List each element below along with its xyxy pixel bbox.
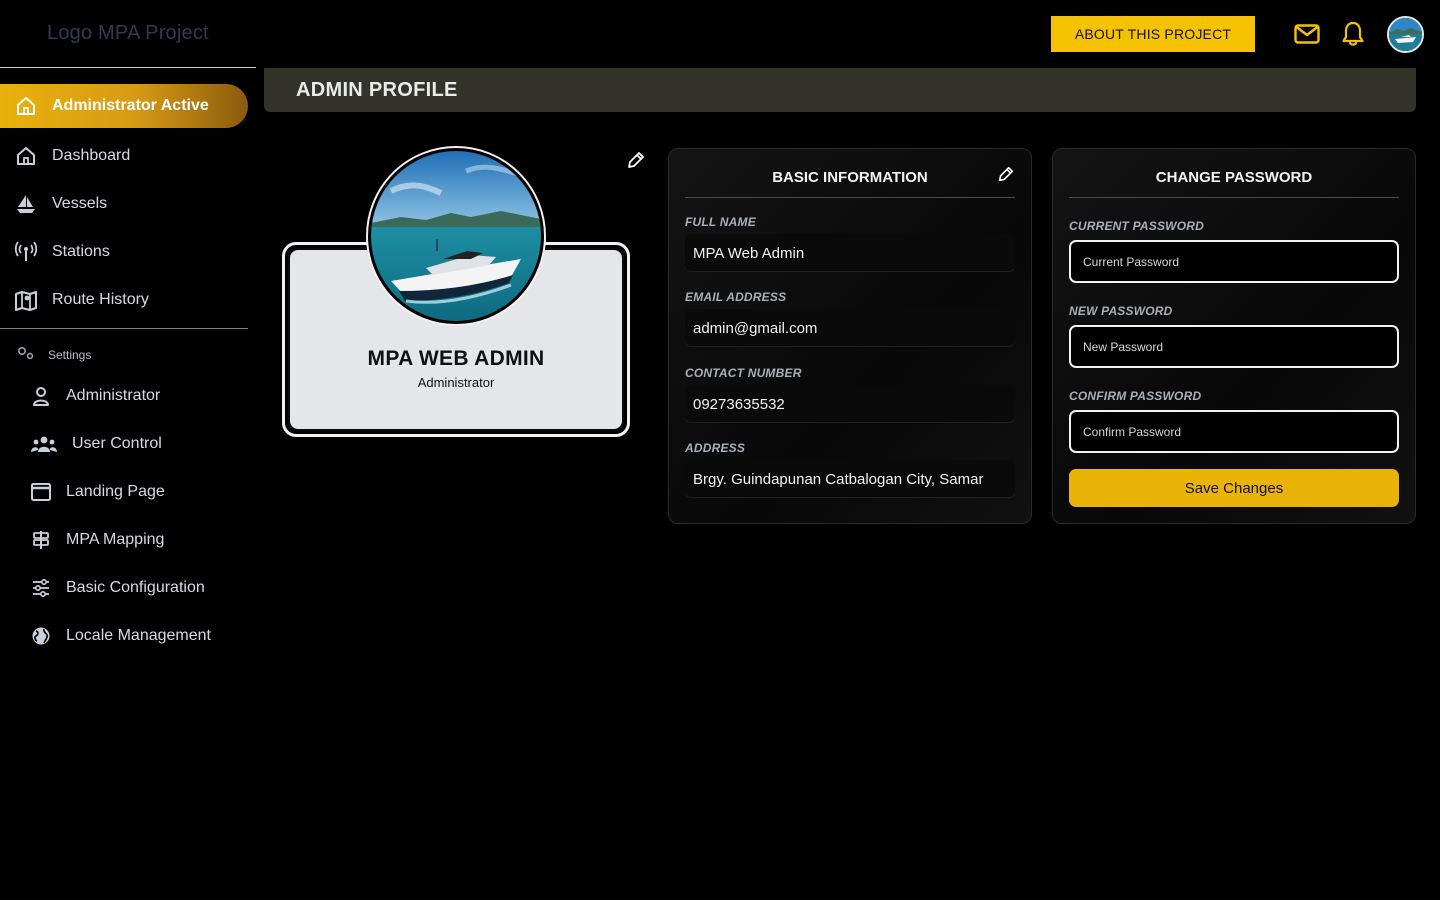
sidebar-item-administrator[interactable]: Administrator — [28, 376, 248, 416]
sidebar-divider — [0, 328, 248, 329]
panel-title: CHANGE PASSWORD — [1155, 169, 1313, 186]
sidebar-item-dashboard[interactable]: Dashboard — [0, 134, 248, 178]
contact-number-label: CONTACT NUMBER — [685, 366, 802, 380]
profile-name: MPA WEB ADMIN — [367, 347, 545, 370]
sidebar-item-mpa-mapping[interactable]: MPA Mapping — [28, 520, 248, 560]
sidebar-item-locale-management[interactable]: Locale Management — [28, 616, 248, 656]
confirm-password-label: CONFIRM PASSWORD — [1069, 389, 1202, 403]
mail-icon[interactable] — [1293, 20, 1321, 48]
user-icon — [28, 386, 54, 406]
sidebar-item-label: Vessels — [52, 195, 108, 212]
map-icon — [0, 289, 52, 311]
contact-number-value: 09273635532 — [685, 385, 1015, 423]
new-password-input[interactable] — [1069, 325, 1399, 368]
sidebar-item-label: Landing Page — [66, 483, 165, 500]
full-name-label: FULL NAME — [685, 215, 756, 229]
sidebar: Administrator Active Dashboard Vessels S… — [0, 68, 256, 900]
sidebar-item-route-history[interactable]: Route History — [0, 278, 248, 322]
sidebar-item-basic-configuration[interactable]: Basic Configuration — [28, 568, 248, 608]
basic-information-panel: BASIC INFORMATION FULL NAME MPA Web Admi… — [668, 148, 1032, 524]
email-label: EMAIL ADDRESS — [685, 290, 787, 304]
sidebar-item-user-control[interactable]: User Control — [28, 424, 248, 464]
about-project-button[interactable]: ABOUT THIS PROJECT — [1051, 16, 1255, 52]
user-avatar[interactable] — [1387, 16, 1424, 53]
sidebar-item-label: Route History — [52, 291, 149, 308]
sidebar-item-label: Administrator Active — [52, 97, 209, 114]
home-icon — [0, 95, 52, 117]
app-logo: Logo MPA Project — [47, 22, 209, 44]
panel-divider — [685, 197, 1015, 198]
sidebar-item-stations[interactable]: Stations — [0, 230, 248, 274]
users-icon — [28, 434, 60, 454]
panel-divider — [1069, 197, 1399, 198]
profile-avatar — [371, 151, 541, 321]
settings-section-label: Settings — [16, 346, 91, 363]
address-value: Brgy. Guindapunan Catbalogan City, Samar — [685, 460, 1015, 498]
globe-icon — [28, 626, 54, 646]
sidebar-item-label: Locale Management — [66, 627, 211, 644]
sailboat-icon — [0, 193, 52, 215]
sidebar-item-label: Administrator — [66, 387, 161, 404]
sidebar-item-label: MPA Mapping — [66, 531, 165, 548]
current-password-input[interactable] — [1069, 240, 1399, 283]
page-header: ADMIN PROFILE — [264, 68, 1416, 112]
change-password-panel: CHANGE PASSWORD CURRENT PASSWORD NEW PAS… — [1052, 148, 1416, 524]
sidebar-item-label: Stations — [52, 243, 110, 260]
save-changes-button[interactable]: Save Changes — [1069, 469, 1399, 507]
new-password-label: NEW PASSWORD — [1069, 304, 1173, 318]
home-icon — [0, 145, 52, 167]
full-name-value: MPA Web Admin — [685, 234, 1015, 272]
sidebar-item-vessels[interactable]: Vessels — [0, 182, 248, 226]
panel-title: BASIC INFORMATION — [772, 169, 928, 186]
sliders-icon — [28, 578, 54, 598]
current-password-label: CURRENT PASSWORD — [1069, 219, 1204, 233]
address-label: ADDRESS — [685, 441, 746, 455]
edit-profile-icon[interactable] — [626, 150, 646, 170]
sidebar-item-landing-page[interactable]: Landing Page — [28, 472, 248, 512]
bell-icon[interactable] — [1339, 20, 1367, 48]
window-icon — [28, 483, 54, 501]
page-title: ADMIN PROFILE — [296, 79, 458, 101]
antenna-icon — [0, 241, 52, 263]
profile-role: Administrator — [417, 375, 495, 390]
sidebar-item-administrator-active[interactable]: Administrator Active — [0, 84, 248, 128]
sidebar-item-label: Basic Configuration — [66, 579, 205, 596]
edit-basic-info-icon[interactable] — [997, 165, 1015, 183]
sidebar-item-label: User Control — [72, 435, 162, 452]
email-value: admin@gmail.com — [685, 309, 1015, 347]
signpost-icon — [28, 530, 54, 550]
gears-icon — [16, 346, 36, 363]
confirm-password-input[interactable] — [1069, 410, 1399, 453]
sidebar-item-label: Dashboard — [52, 147, 131, 164]
